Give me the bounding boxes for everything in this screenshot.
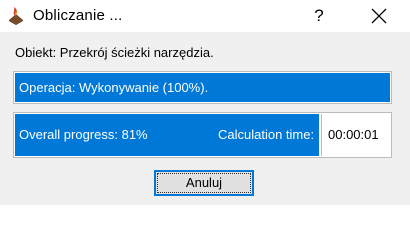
object-label: Obiekt: Przekrój ścieżki narzędzia. (15, 45, 214, 60)
app-icon (6, 6, 26, 26)
window-title: Obliczanie ... (33, 7, 123, 24)
dialog-window: Obliczanie ... ? Obiekt: Przekrój ścieżk… (0, 0, 410, 205)
overall-progress-text: Overall progress: 81% (19, 127, 148, 142)
operation-progress-bar: Operacja: Wykonywanie (100%). (13, 71, 392, 104)
calculation-time-label: Calculation time: (218, 127, 315, 142)
operation-status-text: Operacja: Wykonywanie (100%). (19, 80, 209, 95)
help-button[interactable]: ? (306, 3, 332, 29)
calculation-time-value: 00:00:01 (328, 127, 379, 142)
close-icon (371, 8, 387, 24)
cancel-button[interactable]: Anuluj (154, 170, 254, 196)
close-button[interactable] (363, 3, 395, 29)
overall-progress-bar: Overall progress: 81% Calculation time: … (13, 112, 392, 158)
title-bar: Obliczanie ... ? (0, 0, 410, 32)
calculation-time-box: 00:00:01 (321, 114, 391, 156)
